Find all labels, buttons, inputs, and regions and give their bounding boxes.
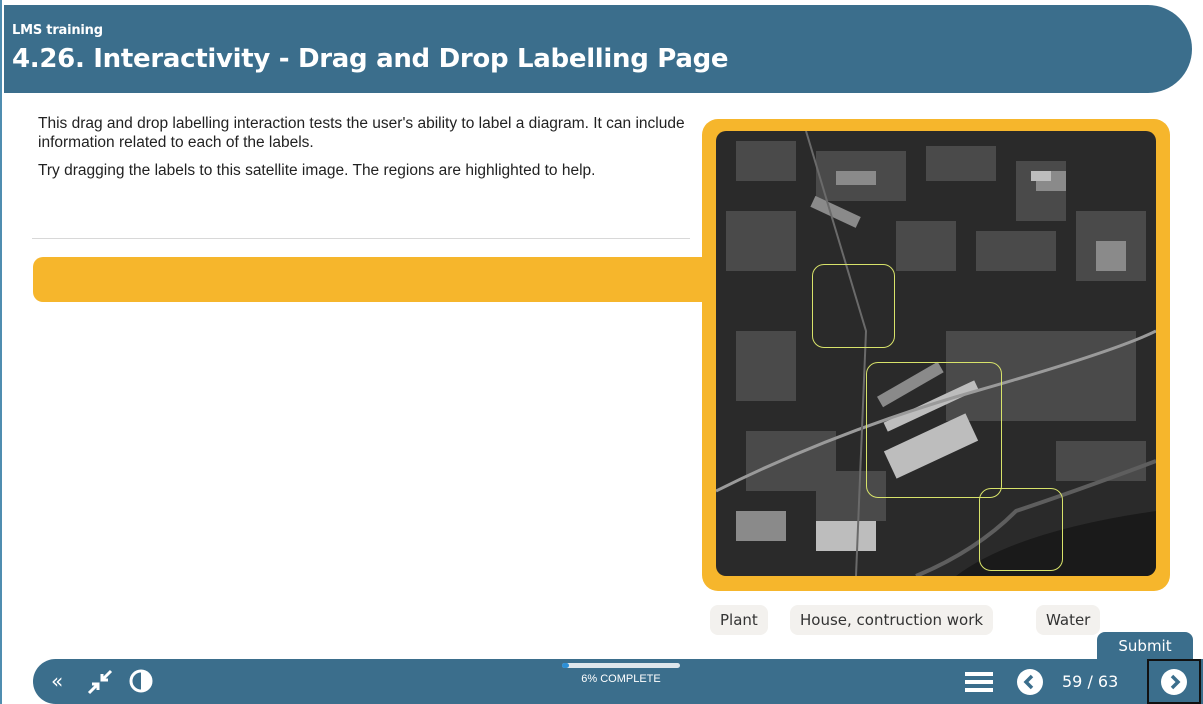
progress-text: 6% COMPLETE xyxy=(581,673,661,685)
next-button[interactable] xyxy=(1147,659,1201,704)
collapse-icon[interactable] xyxy=(87,669,113,699)
divider xyxy=(32,238,690,239)
next-icon xyxy=(1161,669,1187,695)
submit-button[interactable]: Submit xyxy=(1097,632,1193,660)
course-title: LMS training xyxy=(12,23,103,38)
instruction-paragraph-2: Try dragging the labels to this satellit… xyxy=(38,162,596,179)
double-chevron-left-icon[interactable]: « xyxy=(51,669,63,693)
contrast-icon[interactable] xyxy=(129,669,153,697)
progress-fill xyxy=(562,663,570,668)
label-water[interactable]: Water xyxy=(1036,605,1101,635)
drop-region-plant[interactable] xyxy=(812,264,895,348)
drop-region-house[interactable] xyxy=(866,362,1002,498)
footer-bar: « 6% COMPLETE 59 / 63 xyxy=(33,659,1203,704)
instructions: This drag and drop labelling interaction… xyxy=(38,114,688,189)
previous-icon[interactable] xyxy=(1017,669,1043,699)
instruction-paragraph-1: This drag and drop labelling interaction… xyxy=(38,115,685,151)
image-panel xyxy=(702,119,1170,591)
page-title: 4.26. Interactivity - Drag and Drop Labe… xyxy=(12,44,729,74)
page-indicator: 59 / 63 xyxy=(1062,672,1119,691)
header-banner: LMS training 4.26. Interactivity - Drag … xyxy=(4,5,1192,93)
menu-icon[interactable] xyxy=(965,670,993,698)
progress-bar xyxy=(562,663,680,668)
satellite-image xyxy=(716,131,1156,576)
label-house-construction[interactable]: House, contruction work xyxy=(790,605,994,635)
label-plant[interactable]: Plant xyxy=(710,605,768,635)
feedback-bar xyxy=(33,257,723,302)
drop-region-water[interactable] xyxy=(979,488,1063,571)
